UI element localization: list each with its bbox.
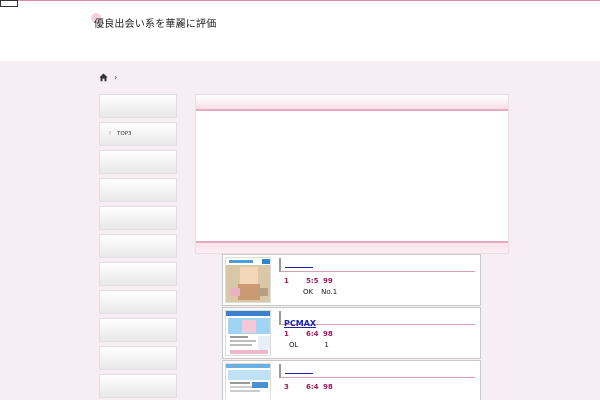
entry-rank: 1 — [284, 330, 289, 338]
entry-score: 6:4 — [306, 330, 319, 338]
entry-rank: 3 — [284, 383, 289, 391]
entry-score: 5:5 — [306, 277, 319, 285]
skip-link-box[interactable] — [0, 0, 18, 7]
sidebar-item-5[interactable] — [99, 206, 177, 230]
sidebar-item-1[interactable] — [99, 94, 177, 118]
entry-thumbnail-1[interactable] — [225, 257, 271, 303]
entry-tags: OK No.1 — [303, 288, 337, 296]
sidebar-item-3[interactable] — [99, 150, 177, 174]
sidebar-item-top3[interactable]: ! TOP3 — [99, 122, 177, 146]
breadcrumb-separator: › — [114, 72, 118, 82]
site-title[interactable]: 優良出会い系を華麗に評価 — [94, 15, 216, 30]
sidebar-bullet-icon: ! — [109, 131, 112, 137]
ranking-entry-2: PCMAX 1 6:4 98 OL 1 — [222, 307, 481, 359]
entry-tag: OK — [303, 288, 314, 296]
entry-name-underline — [285, 373, 313, 374]
entry-thumbnail-3[interactable] — [225, 363, 271, 400]
sidebar-item-11[interactable] — [99, 374, 177, 398]
entry-title-bar — [279, 258, 475, 272]
entry-thumbnail-2[interactable] — [225, 310, 271, 356]
sidebar-menu: ! TOP3 — [99, 94, 177, 400]
entry-value: 99 — [323, 277, 333, 285]
main-content-box — [195, 94, 509, 254]
sidebar-item-10[interactable] — [99, 346, 177, 370]
entry-stats: 3 6:4 98 — [284, 383, 337, 391]
main-footer-band — [196, 241, 508, 253]
entry-rank: 1 — [284, 277, 289, 285]
entry-thumbnail-image — [226, 364, 270, 400]
entry-thumbnail-image — [226, 311, 270, 355]
sidebar-item-8[interactable] — [99, 290, 177, 314]
entry-value: 98 — [323, 383, 333, 391]
entry-tag: No.1 — [321, 288, 338, 296]
entry-thumbnail-image — [226, 258, 270, 302]
entry-value: 98 — [323, 330, 333, 338]
breadcrumb: › — [99, 72, 117, 82]
entry-title-bar: PCMAX — [279, 311, 475, 328]
entry-tags: OL 1 — [289, 341, 329, 349]
ranking-entry-3: 3 6:4 98 — [222, 360, 481, 400]
header-top-rule — [0, 0, 600, 1]
entry-name-underline — [285, 267, 313, 268]
home-icon[interactable] — [99, 72, 108, 82]
entry-tag: OL — [289, 341, 299, 349]
sidebar-item-4[interactable] — [99, 178, 177, 202]
entry-stats: 1 6:4 98 — [284, 330, 337, 338]
entry-stats: 1 5:5 99 — [284, 277, 337, 285]
entry-title-bar — [279, 364, 475, 378]
sidebar-item-9[interactable] — [99, 318, 177, 342]
main-header-band — [196, 95, 508, 111]
entry-tag: 1 — [324, 341, 329, 349]
sidebar-item-label: TOP3 — [117, 131, 132, 137]
sidebar-item-7[interactable] — [99, 262, 177, 286]
entry-name-link[interactable]: PCMAX — [284, 319, 316, 328]
sidebar-item-6[interactable] — [99, 234, 177, 258]
entry-score: 6:4 — [306, 383, 319, 391]
ranking-entry-1: 1 5:5 99 OK No.1 — [222, 254, 481, 306]
